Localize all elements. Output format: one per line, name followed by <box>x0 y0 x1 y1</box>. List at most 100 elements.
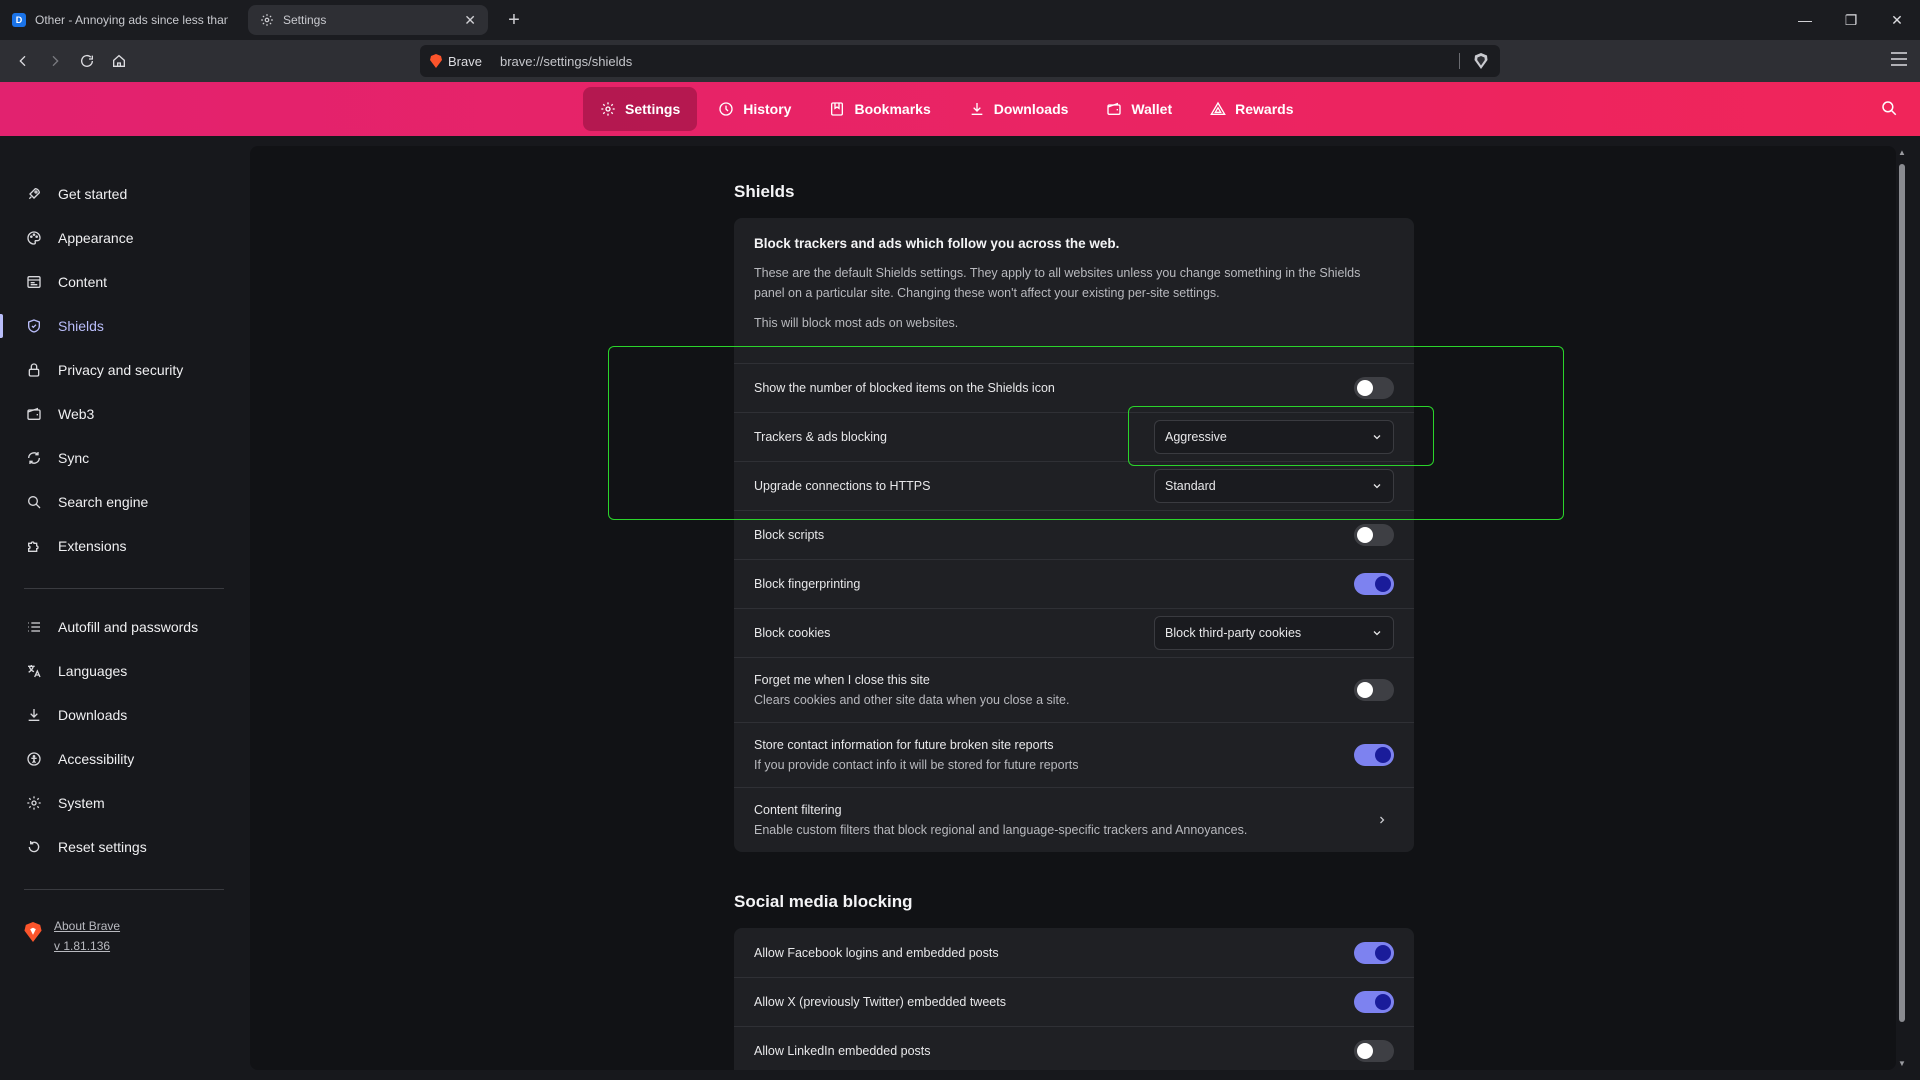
setting-row: Allow X (previously Twitter) embedded tw… <box>734 977 1414 1026</box>
tab-settings[interactable]: Settings ✕ <box>248 5 488 35</box>
blocked-count-toggle[interactable] <box>1354 377 1394 399</box>
minimize-icon[interactable]: — <box>1782 0 1828 40</box>
chevron-down-icon <box>1373 484 1381 489</box>
store-contact-toggle[interactable] <box>1354 744 1394 766</box>
site-name: Brave <box>448 53 482 69</box>
content-filtering-row[interactable]: Content filtering Enable custom filters … <box>734 787 1414 852</box>
sidebar-item-search-engine[interactable]: Search engine <box>0 482 240 522</box>
scroll-up-icon[interactable]: ▲ <box>1898 148 1906 157</box>
sidebar-item-label: Extensions <box>58 538 127 554</box>
setting-label: Show the number of blocked items on the … <box>754 381 1055 395</box>
content-icon <box>25 273 43 291</box>
shields-note: This will block most ads on websites. <box>754 316 959 330</box>
sidebar-item-content[interactable]: Content <box>0 262 240 302</box>
reload-button[interactable] <box>72 46 102 76</box>
restore-icon[interactable]: ❐ <box>1828 0 1874 40</box>
sidebar-item-label: Privacy and security <box>58 362 184 378</box>
sidebar-divider <box>24 889 224 890</box>
close-tab-icon[interactable]: ✕ <box>464 12 476 29</box>
shields-card: Block trackers and ads which follow you … <box>734 218 1414 852</box>
search-settings-icon[interactable] <box>1880 99 1898 122</box>
sidebar-item-sync[interactable]: Sync <box>0 438 240 478</box>
setting-row: Show the number of blocked items on the … <box>734 363 1414 412</box>
nav-settings[interactable]: Settings <box>583 87 698 131</box>
setting-label: Upgrade connections to HTTPS <box>754 479 931 493</box>
divider <box>1459 53 1460 69</box>
sidebar-item-autofill[interactable]: Autofill and passwords <box>0 607 240 647</box>
linkedin-toggle[interactable] <box>1354 1040 1394 1062</box>
nav-bookmarks[interactable]: Bookmarks <box>812 87 947 131</box>
settings-content: Shields Block trackers and ads which fol… <box>250 146 1896 1070</box>
settings-header: Settings History Bookmarks Downloads Wal… <box>0 82 1920 136</box>
home-button[interactable] <box>104 46 134 76</box>
shields-description: These are the default Shields settings. … <box>754 266 1361 300</box>
scroll-down-icon[interactable]: ▼ <box>1898 1059 1906 1068</box>
site-chip[interactable]: Brave <box>430 54 482 69</box>
setting-row: Upgrade connections to HTTPS Standard <box>734 461 1414 510</box>
gear-icon <box>601 102 615 116</box>
rocket-icon <box>25 185 43 203</box>
brave-shields-icon[interactable] <box>1474 53 1488 72</box>
back-button[interactable] <box>8 46 38 76</box>
shield-icon <box>25 317 43 335</box>
sidebar-item-shields[interactable]: Shields <box>0 306 240 346</box>
facebook-toggle[interactable] <box>1354 941 1394 964</box>
block-scripts-toggle[interactable] <box>1354 524 1394 546</box>
puzzle-icon <box>25 537 43 555</box>
setting-label: Content filtering <box>754 803 842 817</box>
nav-downloads[interactable]: Downloads <box>952 87 1086 131</box>
sidebar-item-label: Shields <box>58 318 104 334</box>
nav-label: Rewards <box>1235 101 1294 117</box>
setting-row: Block scripts <box>734 510 1414 559</box>
sidebar-item-label: Downloads <box>58 707 128 723</box>
list-icon <box>25 618 43 636</box>
address-bar[interactable]: Brave brave://settings/shields <box>420 45 1500 77</box>
close-window-icon[interactable]: ✕ <box>1874 0 1920 40</box>
sidebar-item-get-started[interactable]: Get started <box>0 174 240 214</box>
chevron-right-icon <box>1380 816 1385 824</box>
sidebar-item-languages[interactable]: Languages <box>0 651 240 691</box>
nav-wallet[interactable]: Wallet <box>1089 87 1189 131</box>
x-twitter-toggle[interactable] <box>1354 991 1394 1013</box>
sidebar-item-label: Autofill and passwords <box>58 619 199 635</box>
tab-other[interactable]: D Other - Annoying ads since less than <box>0 5 240 35</box>
setting-sublabel: Clears cookies and other site data when … <box>754 693 1070 707</box>
nav-label: Bookmarks <box>854 101 931 117</box>
about-brave-link[interactable]: About Brave <box>54 916 120 936</box>
menu-icon[interactable] <box>1890 51 1908 72</box>
sidebar-item-privacy[interactable]: Privacy and security <box>0 350 240 390</box>
sidebar-item-extensions[interactable]: Extensions <box>0 526 240 566</box>
setting-label: Store contact information for future bro… <box>754 738 1054 752</box>
sidebar-item-appearance[interactable]: Appearance <box>0 218 240 258</box>
sidebar-item-downloads[interactable]: Downloads <box>0 695 240 735</box>
sidebar-item-label: Content <box>58 274 108 290</box>
sidebar-item-label: Search engine <box>58 494 149 510</box>
setting-label: Block scripts <box>754 528 825 542</box>
setting-row: Block fingerprinting <box>734 559 1414 608</box>
sidebar-item-reset[interactable]: Reset settings <box>0 827 240 867</box>
version-link[interactable]: v 1.81.136 <box>54 936 120 956</box>
accessibility-icon <box>25 750 43 768</box>
forward-button[interactable] <box>40 46 70 76</box>
nav-label: Wallet <box>1131 101 1173 117</box>
about-brave: About Brave v 1.81.136 <box>24 916 120 956</box>
sidebar-item-label: Appearance <box>58 230 134 246</box>
sidebar-item-label: Reset settings <box>58 839 147 855</box>
new-tab-button[interactable]: + <box>502 9 526 32</box>
sync-icon <box>25 449 43 467</box>
download-icon <box>25 706 43 724</box>
scrollbar[interactable]: ▲ ▼ <box>1896 146 1908 1070</box>
block-cookies-select[interactable]: Block third-party cookies <box>1154 616 1394 650</box>
sidebar-item-accessibility[interactable]: Accessibility <box>0 739 240 779</box>
https-upgrade-select[interactable]: Standard <box>1154 469 1394 503</box>
block-fingerprinting-toggle[interactable] <box>1354 573 1394 595</box>
nav-rewards[interactable]: Rewards <box>1193 87 1310 131</box>
scrollbar-thumb[interactable] <box>1899 164 1905 1022</box>
trackers-ads-select[interactable]: Aggressive <box>1154 420 1394 454</box>
sidebar-item-label: System <box>58 795 105 811</box>
forget-me-toggle[interactable] <box>1354 679 1394 701</box>
sidebar-item-system[interactable]: System <box>0 783 240 823</box>
setting-label: Allow X (previously Twitter) embedded tw… <box>754 995 1006 1009</box>
nav-history[interactable]: History <box>701 87 808 131</box>
sidebar-item-web3[interactable]: Web3 <box>0 394 240 434</box>
